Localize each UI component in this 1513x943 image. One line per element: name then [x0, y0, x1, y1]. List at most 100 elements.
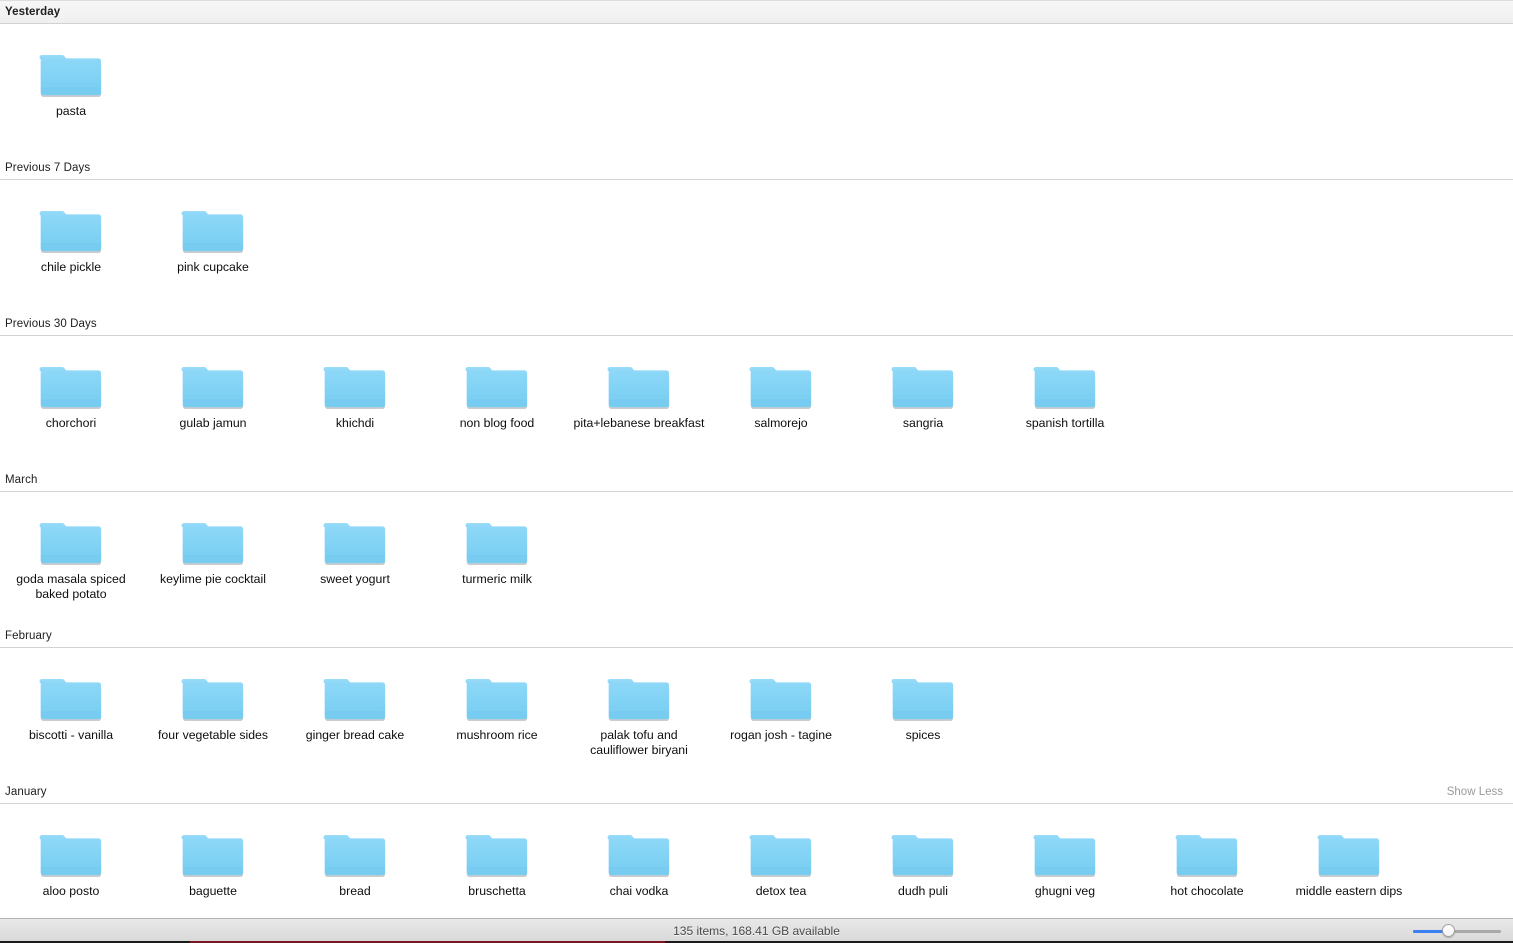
file-item[interactable]: baguette [142, 826, 284, 918]
file-item[interactable]: dudh puli [852, 826, 994, 918]
file-item-label[interactable]: keylime pie cocktail [160, 572, 266, 587]
section-header[interactable]: February [0, 624, 1513, 648]
file-item-label[interactable]: pasta [56, 104, 86, 119]
file-item-label[interactable]: baguette [189, 884, 237, 899]
section-header[interactable]: Yesterday [0, 0, 1513, 24]
folder-icon[interactable] [180, 358, 246, 411]
file-item[interactable]: aloo posto [0, 826, 142, 918]
file-item-label[interactable]: khichdi [336, 416, 374, 431]
file-item[interactable]: hot chocolate [1136, 826, 1278, 918]
file-item-label[interactable]: hot chocolate [1170, 884, 1243, 899]
file-item-label[interactable]: sangria [903, 416, 943, 431]
file-item[interactable]: bruschetta [426, 826, 568, 918]
folder-icon[interactable] [464, 826, 530, 879]
folder-icon[interactable] [1032, 826, 1098, 879]
file-item[interactable]: ginger bread cake [284, 670, 426, 780]
file-item-label[interactable]: goda masala spiced baked potato [5, 572, 137, 602]
file-item[interactable]: four vegetable sides [142, 670, 284, 780]
folder-icon[interactable] [748, 826, 814, 879]
section-header[interactable]: Previous 30 Days [0, 312, 1513, 336]
folder-icon[interactable] [322, 670, 388, 723]
file-item[interactable]: chai vodka [568, 826, 710, 918]
folder-icon[interactable] [38, 202, 104, 255]
file-item[interactable]: pasta [0, 46, 142, 156]
section-header[interactable]: Previous 7 Days [0, 156, 1513, 180]
folder-icon[interactable] [606, 358, 672, 411]
folder-icon[interactable] [38, 826, 104, 879]
file-item[interactable]: spanish tortilla [994, 358, 1136, 468]
file-item-label[interactable]: chai vodka [610, 884, 669, 899]
folder-icon[interactable] [180, 202, 246, 255]
file-item[interactable]: bread [284, 826, 426, 918]
folder-icon[interactable] [606, 826, 672, 879]
file-item[interactable]: ghugni veg [994, 826, 1136, 918]
file-item-label[interactable]: mushroom rice [456, 728, 537, 743]
folder-icon[interactable] [1174, 826, 1240, 879]
file-item[interactable]: mushroom rice [426, 670, 568, 780]
file-item-label[interactable]: chile pickle [41, 260, 101, 275]
folder-icon[interactable] [38, 46, 104, 99]
folder-icon[interactable] [890, 670, 956, 723]
file-item[interactable]: chorchori [0, 358, 142, 468]
folder-icon[interactable] [38, 670, 104, 723]
section-header[interactable]: March [0, 468, 1513, 492]
folder-icon[interactable] [890, 358, 956, 411]
file-item[interactable]: detox tea [710, 826, 852, 918]
file-item-label[interactable]: spices [906, 728, 941, 743]
section-header[interactable]: January Show Less [0, 780, 1513, 804]
icon-size-slider[interactable] [1413, 924, 1501, 938]
file-item-label[interactable]: sweet yogurt [320, 572, 390, 587]
folder-icon[interactable] [180, 826, 246, 879]
folder-icon[interactable] [890, 826, 956, 879]
folder-icon[interactable] [464, 670, 530, 723]
file-item[interactable]: sweet yogurt [284, 514, 426, 624]
file-item[interactable]: middle eastern dips [1278, 826, 1420, 918]
file-list-icon-view[interactable]: Yesterday pasta Previous 7 Days chile pickl… [0, 0, 1513, 918]
folder-icon[interactable] [464, 514, 530, 567]
file-item[interactable]: non blog food [426, 358, 568, 468]
folder-icon[interactable] [180, 514, 246, 567]
file-item[interactable]: palak tofu and cauliflower biryani [568, 670, 710, 780]
file-item-label[interactable]: dudh puli [898, 884, 948, 899]
folder-icon[interactable] [322, 514, 388, 567]
file-item[interactable]: biscotti - vanilla [0, 670, 142, 780]
file-item[interactable]: salmorejo [710, 358, 852, 468]
file-item[interactable]: spices [852, 670, 994, 780]
file-item-label[interactable]: salmorejo [754, 416, 807, 431]
file-item-label[interactable]: gulab jamun [180, 416, 247, 431]
file-item[interactable]: gulab jamun [142, 358, 284, 468]
folder-icon[interactable] [748, 358, 814, 411]
folder-icon[interactable] [464, 358, 530, 411]
file-item[interactable]: pita+lebanese breakfast [568, 358, 710, 468]
file-item[interactable]: rogan josh - tagine [710, 670, 852, 780]
file-item-label[interactable]: chorchori [46, 416, 97, 431]
file-item-label[interactable]: aloo posto [43, 884, 100, 899]
folder-icon[interactable] [180, 670, 246, 723]
slider-knob[interactable] [1441, 924, 1455, 937]
file-item-label[interactable]: four vegetable sides [158, 728, 268, 743]
folder-icon[interactable] [322, 358, 388, 411]
file-item-label[interactable]: palak tofu and cauliflower biryani [573, 728, 705, 758]
file-item[interactable]: sangria [852, 358, 994, 468]
file-item-label[interactable]: turmeric milk [462, 572, 532, 587]
show-less-button[interactable]: Show Less [1447, 786, 1503, 798]
file-item[interactable]: chile pickle [0, 202, 142, 312]
file-item[interactable]: goda masala spiced baked potato [0, 514, 142, 624]
file-item-label[interactable]: spanish tortilla [1026, 416, 1105, 431]
file-item[interactable]: pink cupcake [142, 202, 284, 312]
file-item-label[interactable]: bread [339, 884, 370, 899]
file-item-label[interactable]: ginger bread cake [306, 728, 404, 743]
file-item-label[interactable]: pita+lebanese breakfast [574, 416, 705, 431]
folder-icon[interactable] [748, 670, 814, 723]
folder-icon[interactable] [606, 670, 672, 723]
file-item-label[interactable]: bruschetta [468, 884, 525, 899]
file-item[interactable]: turmeric milk [426, 514, 568, 624]
file-item[interactable]: khichdi [284, 358, 426, 468]
folder-icon[interactable] [1032, 358, 1098, 411]
folder-icon[interactable] [1316, 826, 1382, 879]
folder-icon[interactable] [322, 826, 388, 879]
file-item-label[interactable]: ghugni veg [1035, 884, 1095, 899]
file-item[interactable]: keylime pie cocktail [142, 514, 284, 624]
file-item-label[interactable]: pink cupcake [177, 260, 249, 275]
file-item-label[interactable]: detox tea [756, 884, 807, 899]
